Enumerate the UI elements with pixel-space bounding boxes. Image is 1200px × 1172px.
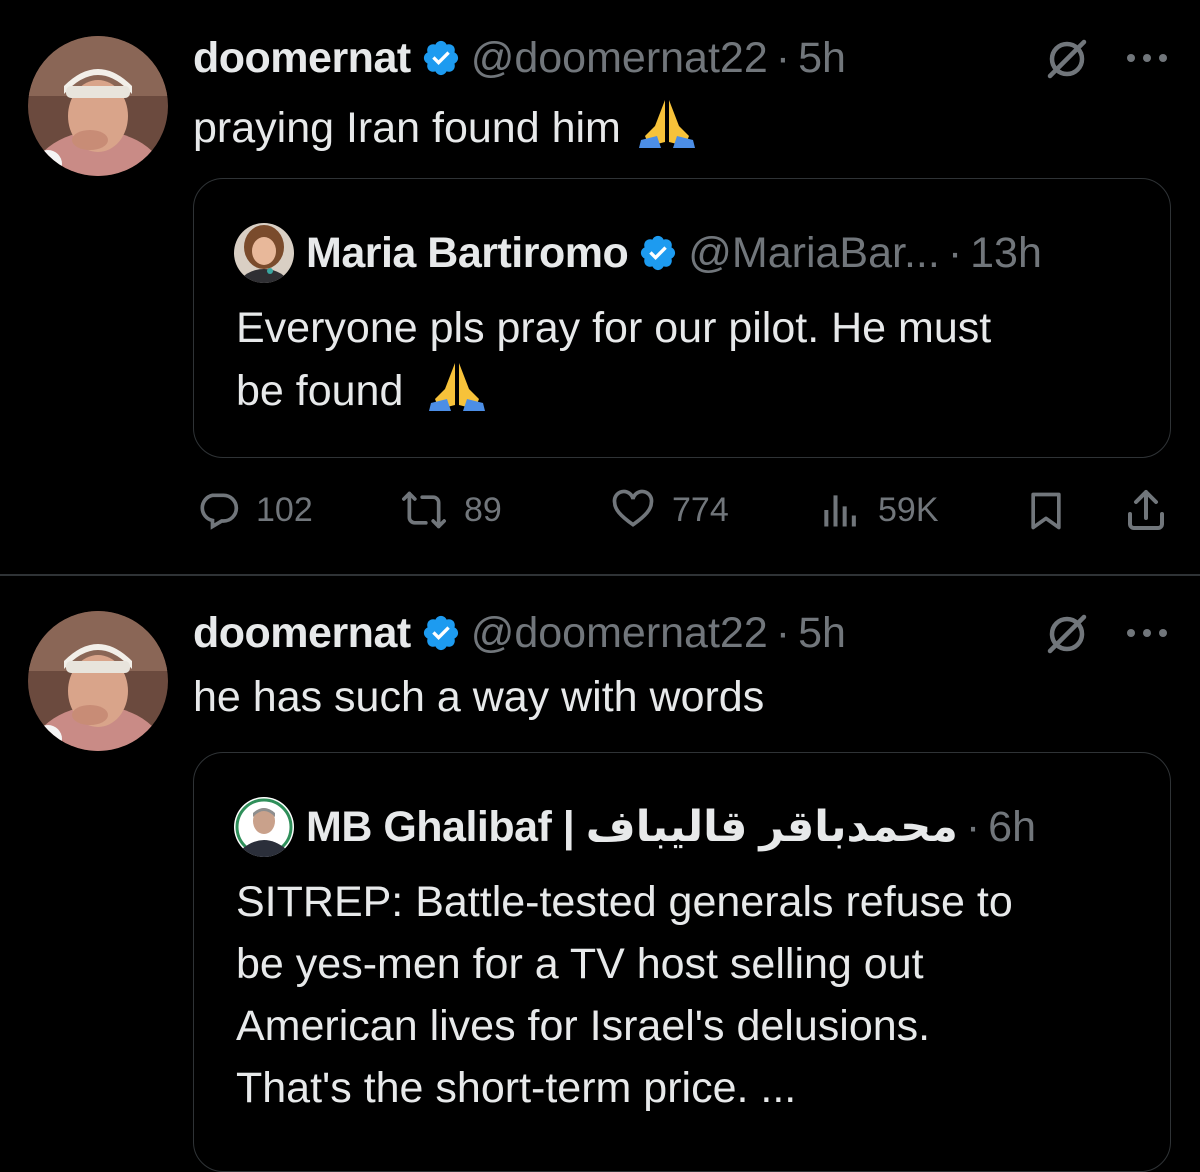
verified-badge-icon — [638, 233, 678, 273]
repost-count: 89 — [464, 490, 502, 529]
views-count: 59K — [878, 490, 939, 529]
like-count: 774 — [672, 490, 729, 529]
quote-text-line: be yes-men for a TV host selling out — [236, 940, 924, 988]
like-button[interactable]: 774 — [608, 488, 729, 532]
handle[interactable]: @doomernat22 — [471, 608, 768, 658]
tweet-header: doomernat @doomernat22 · 5h — [193, 608, 846, 658]
quote-display-name[interactable]: MB Ghalibaf | محمدباقر قالیباف — [306, 802, 958, 852]
tweet-text-content: praying Iran found him — [193, 104, 621, 152]
separator-dot: · — [947, 229, 963, 277]
verified-badge-icon — [421, 613, 461, 653]
share-button[interactable] — [1122, 486, 1184, 534]
quote-avatar[interactable] — [234, 223, 294, 283]
quote-handle[interactable]: @MariaBar... — [688, 228, 940, 278]
repost-button[interactable]: 89 — [398, 488, 502, 532]
quote-text: SITREP: Battle-tested generals refuse to… — [236, 871, 1146, 1119]
quote-timestamp[interactable]: 6h — [988, 802, 1036, 852]
quote-text-line-content: be found — [236, 367, 404, 415]
verified-badge-icon — [421, 38, 461, 78]
quote-text-line: American lives for Israel's delusions. — [236, 1002, 931, 1050]
quote-tweet[interactable]: MB Ghalibaf | محمدباقر قالیباف · 6h SITR… — [193, 752, 1171, 1172]
views-button[interactable]: 59K — [818, 488, 939, 532]
quote-tweet[interactable]: Maria Bartiromo @MariaBar... · 13h Every… — [193, 178, 1171, 458]
quote-text-line-2: be found — [236, 359, 1146, 422]
quote-text-line: SITREP: Battle-tested generals refuse to — [236, 878, 1013, 926]
grok-icon[interactable] — [1042, 34, 1092, 84]
quote-text-line: That's the short-term price. ... — [236, 1064, 797, 1112]
grok-icon[interactable] — [1042, 609, 1092, 659]
handle[interactable]: @doomernat22 — [471, 33, 768, 83]
reply-count: 102 — [256, 490, 313, 529]
quote-header: Maria Bartiromo @MariaBar... · 13h — [234, 223, 1042, 283]
quote-text: Everyone pls pray for our pilot. He must… — [236, 297, 1146, 422]
tweet-1[interactable]: doomernat @doomernat22 · 5h praying Iran… — [0, 0, 1200, 574]
tweet-actions: 102 89 774 59K — [0, 480, 1200, 540]
quote-text-line: Everyone pls pray for our pilot. He must — [236, 304, 992, 352]
more-icon[interactable] — [1122, 623, 1172, 643]
pray-emoji-icon — [635, 96, 699, 150]
more-icon[interactable] — [1122, 48, 1172, 68]
quote-avatar[interactable] — [234, 797, 294, 857]
timestamp[interactable]: 5h — [798, 33, 846, 83]
timestamp[interactable]: 5h — [798, 608, 846, 658]
display-name[interactable]: doomernat — [193, 608, 411, 658]
quote-display-name[interactable]: Maria Bartiromo — [306, 228, 629, 278]
avatar[interactable] — [28, 36, 168, 176]
quote-header: MB Ghalibaf | محمدباقر قالیباف · 6h — [234, 797, 1036, 857]
separator-dot: · — [965, 803, 981, 851]
tweet-text: he has such a way with words — [193, 673, 765, 721]
bookmark-button[interactable] — [1024, 488, 1082, 534]
reply-button[interactable]: 102 — [194, 488, 313, 532]
separator-dot: · — [775, 609, 791, 657]
avatar[interactable] — [28, 611, 168, 751]
tweet-2[interactable]: doomernat @doomernat22 · 5h he has such … — [0, 576, 1200, 1172]
quote-timestamp[interactable]: 13h — [970, 228, 1042, 278]
pray-emoji-icon — [425, 359, 489, 413]
tweet-header: doomernat @doomernat22 · 5h — [193, 33, 846, 83]
display-name[interactable]: doomernat — [193, 33, 411, 83]
separator-dot: · — [775, 34, 791, 82]
tweet-text: praying Iran found him — [193, 96, 699, 153]
